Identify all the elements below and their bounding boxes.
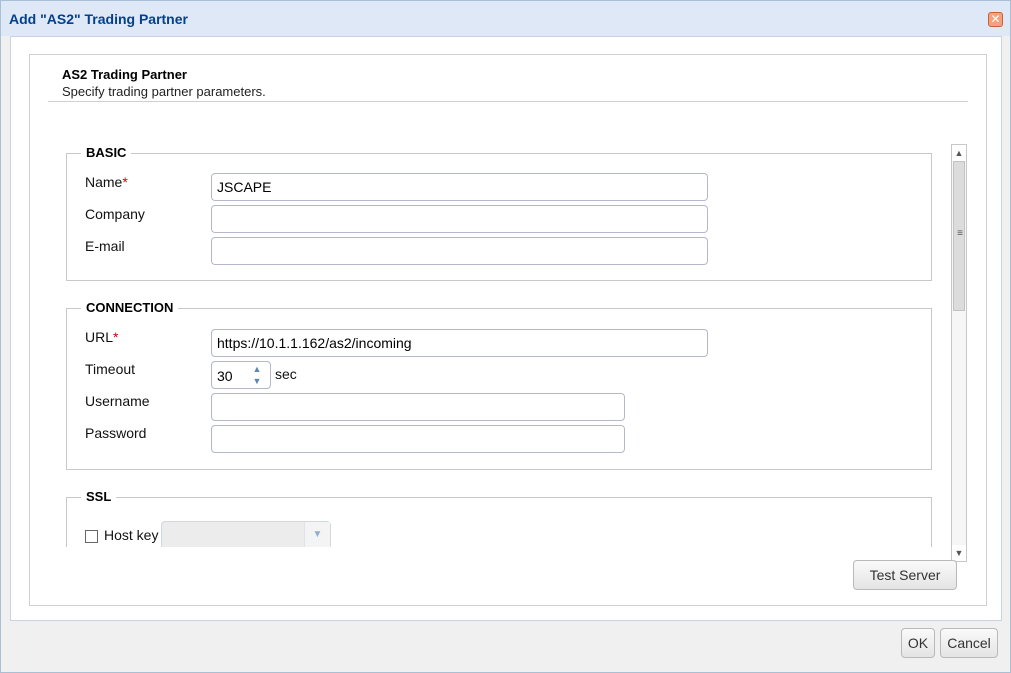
cancel-button[interactable]: Cancel <box>940 628 998 658</box>
panel-subtitle: Specify trading partner parameters. <box>62 84 266 99</box>
header-divider <box>48 101 968 102</box>
password-input[interactable] <box>211 425 625 453</box>
chevron-down-icon[interactable]: ▼ <box>246 375 268 387</box>
url-label: URL* <box>85 329 118 345</box>
name-label-text: Name <box>85 174 123 190</box>
scrollbar-thumb[interactable]: ≡ <box>953 161 965 311</box>
dialog-footer: OK Cancel <box>10 622 1002 666</box>
arrow-up-icon[interactable]: ▲ <box>952 145 966 161</box>
form-scroll-region: BASIC Name* Company E-mail CONNECTION UR… <box>64 135 970 547</box>
name-input[interactable] <box>211 173 708 201</box>
dialog-body: AS2 Trading Partner Specify trading part… <box>10 36 1002 621</box>
grip-icon: ≡ <box>957 228 963 239</box>
trading-partner-panel: AS2 Trading Partner Specify trading part… <box>29 54 987 606</box>
basic-section: BASIC Name* Company E-mail <box>66 145 932 281</box>
timeout-spin-buttons: ▲ ▼ <box>246 363 268 387</box>
test-server-button[interactable]: Test Server <box>853 560 957 590</box>
ok-button[interactable]: OK <box>901 628 935 658</box>
chevron-down-icon[interactable]: ▼ <box>304 522 330 547</box>
connection-legend: CONNECTION <box>81 300 179 315</box>
dialog-titlebar[interactable]: Add "AS2" Trading Partner ✕ <box>1 1 1010 36</box>
ssl-section: SSL Host key ▼ <box>66 489 932 547</box>
add-trading-partner-dialog: Add "AS2" Trading Partner ✕ AS2 Trading … <box>0 0 1011 673</box>
timeout-label: Timeout <box>85 361 136 377</box>
name-label: Name* <box>85 174 128 190</box>
host-key-checkbox[interactable] <box>85 530 98 543</box>
url-label-text: URL <box>85 329 114 345</box>
timeout-unit: sec <box>275 366 297 382</box>
panel-title: AS2 Trading Partner <box>62 67 187 82</box>
basic-legend: BASIC <box>81 145 132 160</box>
ssl-legend: SSL <box>81 489 117 504</box>
connection-section: CONNECTION URL* Timeout 30 ▲ ▼ sec Us <box>66 300 932 470</box>
timeout-stepper[interactable]: 30 ▲ ▼ <box>211 361 271 389</box>
panel-header: AS2 Trading Partner Specify trading part… <box>62 67 266 99</box>
required-mark: * <box>113 329 119 345</box>
company-label: Company <box>85 206 145 222</box>
arrow-down-icon[interactable]: ▼ <box>952 545 966 561</box>
close-icon[interactable]: ✕ <box>988 12 1003 27</box>
host-key-label: Host key <box>104 527 159 543</box>
timeout-value: 30 <box>217 368 233 384</box>
username-label: Username <box>85 393 150 409</box>
dialog-title: Add "AS2" Trading Partner <box>9 11 188 27</box>
company-input[interactable] <box>211 205 708 233</box>
email-label: E-mail <box>85 238 125 254</box>
email-input[interactable] <box>211 237 708 265</box>
host-key-combo[interactable]: ▼ <box>161 521 331 547</box>
form-scrollbar[interactable]: ▲ ≡ ▼ <box>951 144 967 562</box>
username-input[interactable] <box>211 393 625 421</box>
url-input[interactable] <box>211 329 708 357</box>
required-mark: * <box>122 174 128 190</box>
chevron-up-icon[interactable]: ▲ <box>246 363 268 375</box>
password-label: Password <box>85 425 147 441</box>
